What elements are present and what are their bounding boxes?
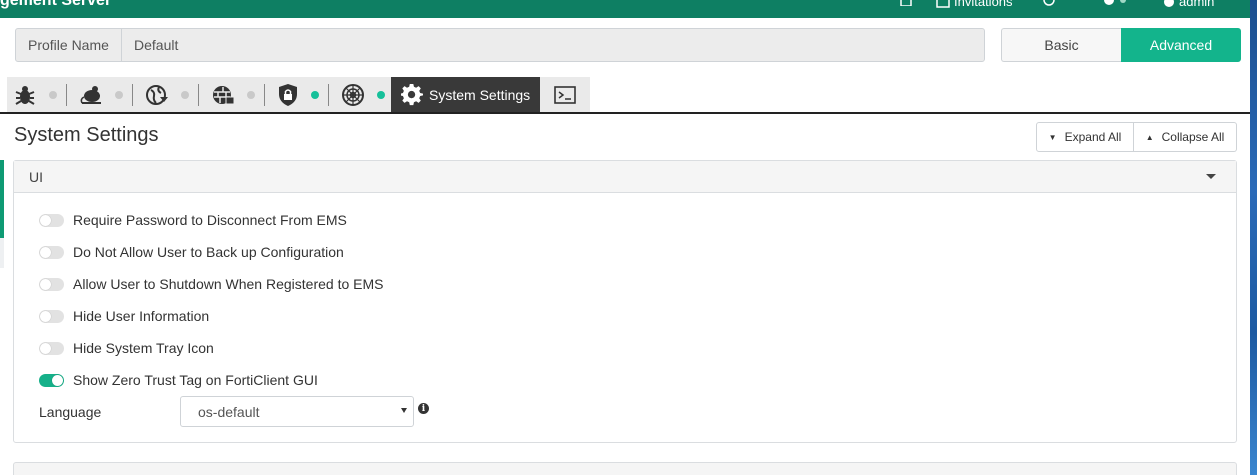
toggle-switch[interactable] — [39, 309, 64, 323]
expand-all-button[interactable]: ▼ Expand All — [1036, 122, 1134, 152]
gear-menu-icon[interactable] — [1103, 0, 1127, 6]
collapse-caret-icon[interactable] — [1206, 174, 1216, 179]
settings-doc-icon[interactable] — [900, 0, 914, 6]
tab-terminal[interactable] — [540, 77, 591, 112]
malware-bug-icon — [15, 85, 35, 105]
option-label: Hide User Information — [73, 308, 210, 324]
envelope-icon — [936, 0, 950, 8]
option-label: Allow User to Shutdown When Registered t… — [73, 276, 384, 292]
help-icon[interactable] — [1043, 0, 1055, 6]
mode-toggle: Basic Advanced — [1001, 28, 1241, 62]
info-icon[interactable]: i — [418, 403, 429, 414]
toggle-switch[interactable] — [39, 341, 64, 355]
tab-status-dot — [311, 90, 319, 99]
toggle-switch[interactable] — [39, 245, 64, 259]
next-settings-panel — [13, 462, 1237, 475]
tab-malware[interactable] — [7, 77, 73, 112]
option-no-backup: Do Not Allow User to Back up Configurati… — [39, 244, 344, 260]
expand-all-label: Expand All — [1064, 130, 1122, 144]
ui-panel-header[interactable]: UI — [14, 161, 1236, 193]
user-menu[interactable]: admin — [1163, 0, 1214, 9]
advanced-mode-button[interactable]: Advanced — [1121, 28, 1241, 62]
basic-mode-button[interactable]: Basic — [1001, 28, 1121, 62]
tab-web-filter[interactable] — [139, 77, 205, 112]
shield-lock-icon — [279, 83, 297, 106]
collapse-all-button[interactable]: ▲ Collapse All — [1134, 122, 1237, 152]
feature-tabs: System Settings — [7, 77, 591, 112]
language-label: Language — [39, 404, 102, 420]
language-value: os-default — [198, 403, 260, 420]
expand-collapse-group: ▼ Expand All ▲ Collapse All — [1036, 122, 1237, 152]
tab-divider — [198, 83, 199, 106]
gear-icon — [401, 83, 423, 105]
tab-divider — [328, 83, 329, 106]
sandbox-rat-icon — [80, 85, 101, 104]
option-require-password: Require Password to Disconnect From EMS — [39, 212, 347, 228]
user-icon — [1164, 0, 1174, 7]
option-zero-trust-tag: Show Zero Trust Tag on FortiClient GUI — [39, 372, 318, 388]
collapse-all-label: Collapse All — [1161, 130, 1225, 144]
tab-sandbox[interactable] — [73, 77, 139, 112]
option-label: Do Not Allow User to Back up Configurati… — [73, 244, 344, 260]
toggle-switch[interactable] — [39, 373, 64, 387]
desktop-background-strip — [1250, 0, 1257, 475]
invitations-label: Invitations — [954, 0, 1013, 9]
tab-firewall[interactable] — [205, 77, 271, 112]
toggle-switch[interactable] — [39, 213, 64, 227]
caret-up-icon: ▲ — [1145, 132, 1154, 142]
app-title: gement Server — [0, 0, 112, 9]
tab-system-settings[interactable]: System Settings — [391, 77, 541, 112]
ui-panel-title: UI — [29, 168, 43, 185]
tab-network[interactable] — [335, 77, 391, 112]
option-label: Hide System Tray Icon — [73, 340, 214, 356]
tab-status-dot — [247, 90, 255, 99]
tab-divider — [66, 83, 67, 106]
tab-status-dot — [377, 90, 385, 99]
sidebar-edge — [0, 238, 4, 268]
caret-down-icon: ▼ — [1048, 132, 1057, 142]
sidebar-active-indicator — [0, 160, 4, 238]
terminal-icon — [554, 85, 576, 104]
invitations-link[interactable]: Invitations — [936, 0, 1013, 9]
tab-status-dot — [49, 90, 57, 99]
top-header: gement Server Invitations admin — [0, 0, 1257, 18]
tabs-underline — [0, 112, 1250, 114]
option-label: Show Zero Trust Tag on FortiClient GUI — [73, 372, 318, 388]
toggle-switch[interactable] — [39, 277, 64, 291]
network-web-icon — [342, 83, 364, 106]
option-label: Require Password to Disconnect From EMS — [73, 212, 347, 228]
option-allow-shutdown: Allow User to Shutdown When Registered t… — [39, 276, 383, 292]
tab-status-dot — [181, 90, 189, 99]
web-filter-globe-icon — [146, 84, 168, 105]
option-hide-user-info: Hide User Information — [39, 308, 209, 324]
user-label: admin — [1179, 0, 1215, 9]
page-title: System Settings — [14, 124, 159, 146]
tab-divider — [132, 83, 133, 106]
ui-settings-panel: UI Require Password to Disconnect From E… — [13, 160, 1237, 443]
profile-name-value: Default — [134, 37, 179, 53]
dropdown-arrow-icon — [401, 408, 407, 413]
tab-divider — [264, 83, 265, 106]
tab-vulnerability-lock[interactable] — [271, 77, 335, 112]
firewall-globe-icon — [213, 85, 235, 104]
profile-name-field: Profile Name Default — [15, 28, 985, 62]
tab-status-dot — [115, 90, 123, 99]
language-select[interactable]: os-default — [180, 396, 414, 427]
option-hide-tray-icon: Hide System Tray Icon — [39, 340, 214, 356]
tab-system-settings-label: System Settings — [429, 86, 531, 103]
profile-name-label: Profile Name — [16, 29, 122, 61]
